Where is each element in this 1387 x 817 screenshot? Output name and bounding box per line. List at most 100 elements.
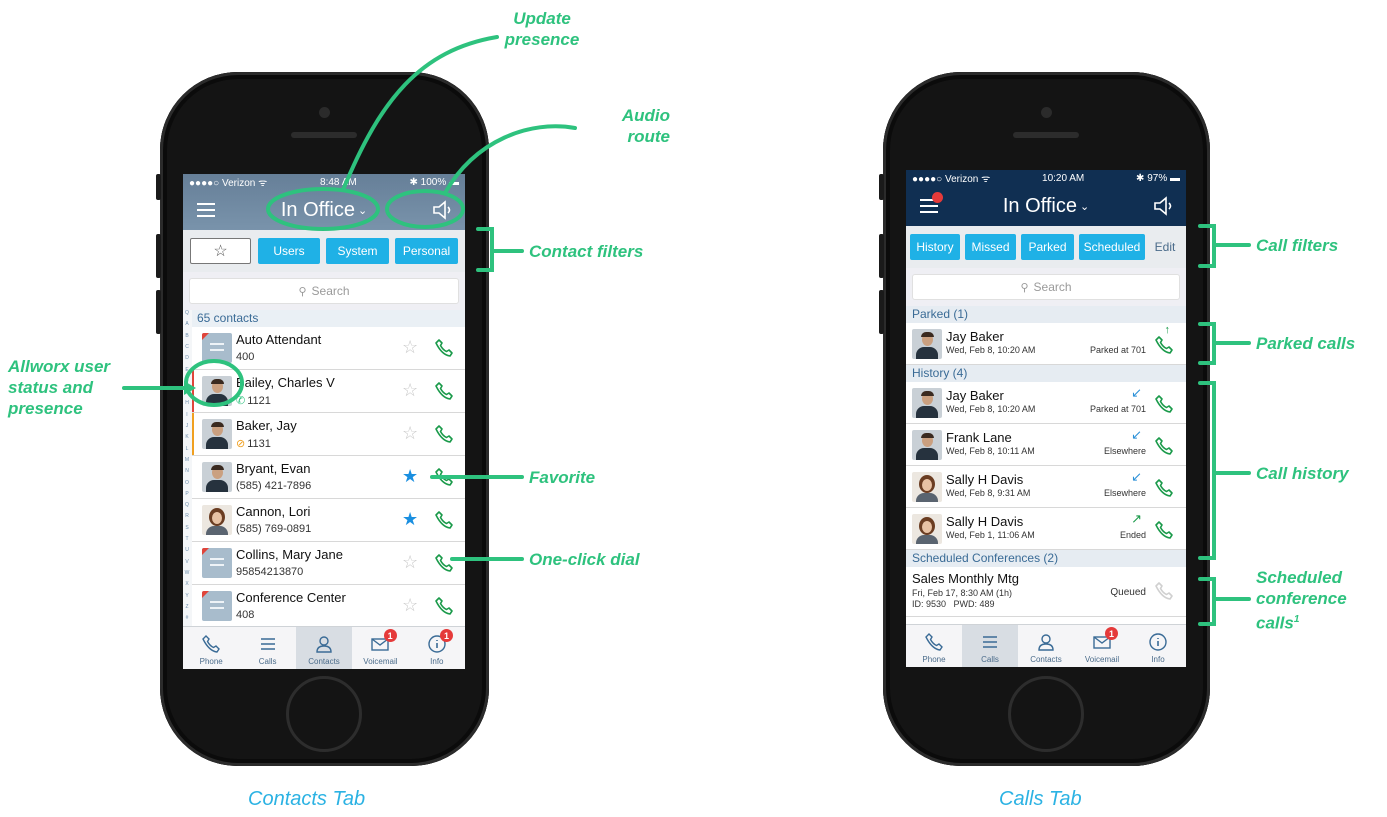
- alphabet-index-letter[interactable]: R: [184, 513, 190, 520]
- history-filter-button[interactable]: History: [910, 234, 960, 260]
- alphabet-index-letter[interactable]: S: [184, 525, 190, 532]
- alphabet-index-letter[interactable]: A: [184, 321, 190, 328]
- alphabet-index[interactable]: Q A B C D E F G H I J K L M N O P Q R S T U V W X Y Z #: [183, 310, 192, 627]
- edit-button[interactable]: Edit: [1148, 234, 1182, 260]
- conference-row[interactable]: Sales Monthly Mtg Fri, Feb 17, 8:30 AM (1…: [906, 567, 1186, 617]
- search-input[interactable]: ⚲ Search: [189, 278, 459, 304]
- favorite-star-icon[interactable]: ☆: [402, 595, 418, 616]
- join-phone-icon[interactable]: [1154, 581, 1174, 601]
- audio-route-annotation: Audio route: [621, 106, 670, 146]
- contact-row[interactable]: Baker, Jay ⊘ 1131 ☆: [192, 413, 465, 456]
- alphabet-index-letter[interactable]: W: [184, 570, 190, 577]
- alphabet-index-letter[interactable]: C: [184, 344, 190, 351]
- notification-badge: 1: [383, 629, 397, 642]
- tab-info[interactable]: Info 1: [409, 627, 465, 669]
- favorites-filter-button[interactable]: ☆: [190, 238, 251, 264]
- callback-phone-icon[interactable]: [1154, 394, 1174, 414]
- dial-phone-icon[interactable]: [434, 510, 454, 530]
- alphabet-index-letter[interactable]: Q: [184, 310, 190, 317]
- alphabet-index-letter[interactable]: Z: [184, 604, 190, 611]
- call-row[interactable]: Jay Baker Wed, Feb 8, 10:20 AM Parked at 7…: [906, 382, 1186, 424]
- chevron-down-icon: ⌄: [1079, 200, 1090, 213]
- favorite-star-icon[interactable]: ☆: [402, 423, 418, 444]
- incoming-arrow-icon: ↙: [1131, 427, 1142, 442]
- users-filter-button[interactable]: Users: [258, 238, 320, 264]
- call-row[interactable]: Frank Lane Wed, Feb 8, 10:11 AM Elsewhere ↙: [906, 424, 1186, 466]
- person-icon: [316, 636, 332, 653]
- contact-row[interactable]: Bailey, Charles V ✆ 1121 ☆: [192, 370, 465, 413]
- parked-filter-button[interactable]: Parked: [1021, 234, 1074, 260]
- callback-phone-icon[interactable]: [1154, 478, 1174, 498]
- alphabet-index-letter[interactable]: D: [184, 355, 190, 362]
- favorite-star-icon[interactable]: ☆: [402, 337, 418, 358]
- home-button[interactable]: [1008, 676, 1084, 752]
- alphabet-index-letter[interactable]: B: [184, 333, 190, 340]
- outgoing-arrow-icon: ↗: [1131, 511, 1142, 526]
- presence-selector[interactable]: In Office ⌄: [183, 190, 465, 230]
- alphabet-index-letter[interactable]: N: [184, 468, 190, 475]
- alphabet-index-letter[interactable]: F: [184, 378, 190, 385]
- alphabet-index-letter[interactable]: Q: [184, 502, 190, 509]
- call-row[interactable]: Jay Baker Wed, Feb 8, 10:20 AM Parked at 7…: [906, 323, 1186, 365]
- scheduled-filter-button[interactable]: Scheduled: [1079, 234, 1145, 260]
- alphabet-index-letter[interactable]: P: [184, 491, 190, 498]
- favorite-star-icon[interactable]: ☆: [402, 552, 418, 573]
- dial-phone-icon[interactable]: [434, 424, 454, 444]
- contact-row[interactable]: Auto Attendant 400 ☆: [192, 327, 465, 370]
- alphabet-index-letter[interactable]: G: [184, 389, 190, 396]
- tab-phone[interactable]: Phone: [906, 625, 962, 667]
- alphabet-index-letter[interactable]: I: [184, 412, 190, 419]
- alphabet-index-letter[interactable]: H: [184, 400, 190, 407]
- unpark-phone-icon[interactable]: [1154, 335, 1174, 355]
- dial-phone-icon[interactable]: [434, 467, 454, 487]
- tab-calls[interactable]: Calls: [962, 625, 1018, 667]
- callback-phone-icon[interactable]: [1154, 436, 1174, 456]
- call-row[interactable]: Sally H Davis Wed, Feb 8, 9:31 AM Elsewher…: [906, 466, 1186, 508]
- dial-phone-icon[interactable]: [434, 381, 454, 401]
- dial-phone-icon[interactable]: [434, 596, 454, 616]
- tab-calls[interactable]: Calls: [239, 627, 295, 669]
- contact-row[interactable]: Cannon, Lori (585) 769-0891 ★: [192, 499, 465, 542]
- contact-list: Auto Attendant 400 ☆ Bailey, Charles V ✆ 1121…: [192, 327, 465, 628]
- contact-row[interactable]: Bryant, Evan (585) 421-7896 ★: [192, 456, 465, 499]
- alphabet-index-letter[interactable]: X: [184, 581, 190, 588]
- tab-contacts[interactable]: Contacts: [1018, 625, 1074, 667]
- dnd-icon: ⊘: [236, 438, 246, 450]
- tab-voicemail[interactable]: Voicemail 1: [1074, 625, 1130, 667]
- callback-phone-icon[interactable]: [1154, 520, 1174, 540]
- contact-row[interactable]: Conference Center 408 ☆: [192, 585, 465, 628]
- notification-badge: 1: [440, 629, 454, 642]
- contact-row[interactable]: Collins, Mary Jane 95854213870 ☆: [192, 542, 465, 585]
- tab-contacts[interactable]: Contacts: [295, 627, 353, 669]
- favorite-star-icon[interactable]: ☆: [402, 380, 418, 401]
- home-button[interactable]: [286, 676, 362, 752]
- alphabet-index-letter[interactable]: O: [184, 480, 190, 487]
- favorite-star-icon[interactable]: ★: [402, 466, 418, 487]
- personal-filter-button[interactable]: Personal: [395, 238, 458, 264]
- dial-phone-icon[interactable]: [434, 553, 454, 573]
- system-filter-button[interactable]: System: [326, 238, 389, 264]
- alphabet-index-letter[interactable]: E: [184, 367, 190, 374]
- alphabet-index-letter[interactable]: #: [184, 615, 190, 622]
- presence-selector[interactable]: In Office ⌄: [906, 186, 1186, 226]
- dial-phone-icon[interactable]: [434, 338, 454, 358]
- tab-info[interactable]: Info: [1130, 625, 1186, 667]
- missed-filter-button[interactable]: Missed: [965, 234, 1016, 260]
- alphabet-index-letter[interactable]: K: [184, 434, 190, 441]
- call-row[interactable]: Sally H Davis Wed, Feb 1, 11:06 AM Ended ↗: [906, 508, 1186, 550]
- favorite-star-icon[interactable]: ★: [402, 509, 418, 530]
- tab-voicemail[interactable]: Voicemail 1: [352, 627, 408, 669]
- alphabet-index-letter[interactable]: L: [184, 446, 190, 453]
- alphabet-index-letter[interactable]: M: [184, 457, 190, 464]
- alphabet-index-letter[interactable]: U: [184, 547, 190, 554]
- alphabet-index-letter[interactable]: Y: [184, 593, 190, 600]
- presence-label: In Office: [280, 198, 355, 221]
- tab-phone[interactable]: Phone: [183, 627, 239, 669]
- alphabet-index-letter[interactable]: T: [184, 536, 190, 543]
- alphabet-index-letter[interactable]: V: [184, 559, 190, 566]
- caller-name: Jay Baker: [946, 388, 1004, 403]
- search-input[interactable]: ⚲ Search: [912, 274, 1180, 300]
- alphabet-index-letter[interactable]: J: [184, 423, 190, 430]
- speaker-icon[interactable]: [1152, 195, 1174, 217]
- speaker-icon[interactable]: [431, 199, 453, 221]
